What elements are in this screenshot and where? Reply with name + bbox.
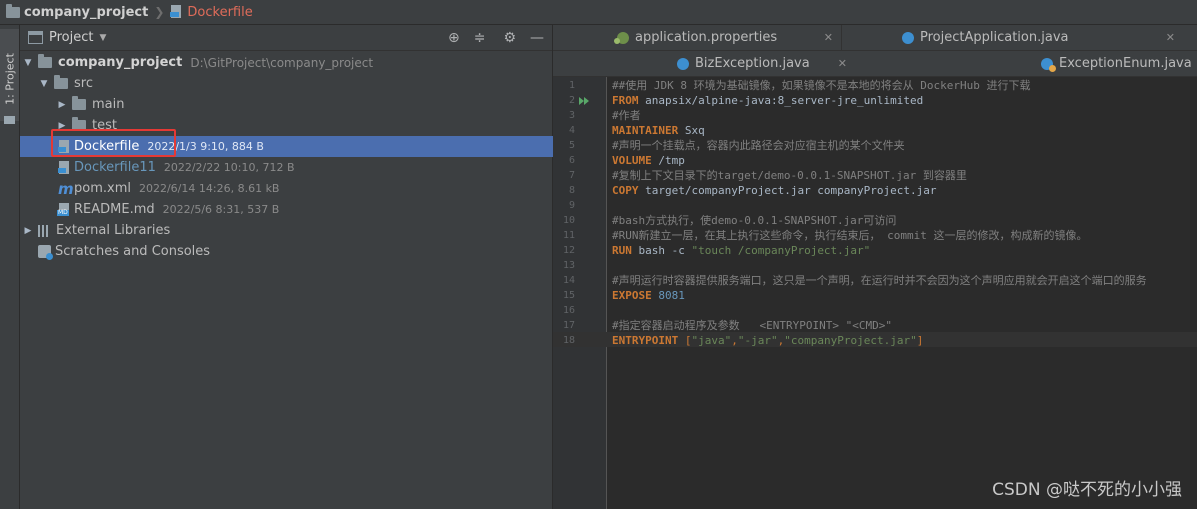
dockerfile-icon xyxy=(58,139,70,154)
collapsed-arrow-icon[interactable]: ▶ xyxy=(56,121,68,131)
expanded-arrow-icon[interactable]: ▼ xyxy=(22,58,34,68)
code-area[interactable]: ##使用 JDK 8 环境为基础镜像，如果镜像不是本地的将会从 DockerHu… xyxy=(607,77,1197,509)
breadcrumb-project[interactable]: company_project xyxy=(0,3,148,20)
project-panel: Project ▼ ⊕ ≑ ⚙ — ▼ company_project D:\G… xyxy=(20,25,590,509)
editor-tabs-row-2: BizException.java ✕ ExceptionEnum.java xyxy=(553,51,1197,77)
project-panel-header: Project ▼ ⊕ ≑ ⚙ — xyxy=(20,25,552,51)
breadcrumb-file[interactable]: Dockerfile xyxy=(170,5,253,20)
maven-icon: m xyxy=(58,179,74,198)
tree-root[interactable]: ▼ company_project D:\GitProject\company_… xyxy=(20,52,554,73)
project-tool-tab[interactable]: 1: Project xyxy=(0,29,19,124)
close-icon[interactable]: ✕ xyxy=(824,31,833,44)
tree-src[interactable]: ▼ src xyxy=(20,73,570,94)
locate-icon[interactable]: ⊕ xyxy=(448,30,460,46)
class-icon xyxy=(902,31,914,44)
run-icon[interactable] xyxy=(584,97,589,105)
folder-icon xyxy=(72,117,86,131)
folder-icon xyxy=(72,96,86,110)
markdown-icon xyxy=(57,202,70,217)
expanded-arrow-icon[interactable]: ▼ xyxy=(38,79,50,89)
dockerfile-icon xyxy=(58,160,70,175)
collapsed-arrow-icon[interactable]: ▶ xyxy=(22,226,34,236)
editor: application.properties ✕ ProjectApplicat… xyxy=(553,25,1197,509)
enum-icon xyxy=(1041,57,1056,72)
folder-icon xyxy=(6,3,20,18)
properties-icon xyxy=(614,31,629,44)
close-icon[interactable]: ✕ xyxy=(1166,31,1175,44)
tool-window-strip: 1: Project xyxy=(0,25,20,509)
collapsed-arrow-icon[interactable]: ▶ xyxy=(56,100,68,110)
tab-biz-exception[interactable]: BizException.java ✕ xyxy=(677,51,847,76)
project-icon xyxy=(4,116,15,124)
folder-icon xyxy=(54,75,68,89)
tab-application-properties[interactable]: application.properties ✕ xyxy=(614,25,833,50)
tree-file-dockerfile[interactable]: Dockerfile 2022/1/3 9:10, 884 B xyxy=(20,136,590,157)
tree-scratches[interactable]: Scratches and Consoles xyxy=(20,241,570,262)
class-icon xyxy=(677,57,689,70)
project-view-selector[interactable]: Project xyxy=(49,30,93,45)
collapse-icon[interactable]: ≑ xyxy=(474,30,486,46)
minimize-icon[interactable]: — xyxy=(530,30,544,46)
tree-file-dockerfile11[interactable]: Dockerfile11 2022/2/22 10:10, 712 B xyxy=(20,157,590,178)
project-view-icon xyxy=(28,31,43,44)
tree-test[interactable]: ▶ test xyxy=(20,115,588,136)
editor-tabs-row-1: application.properties ✕ ProjectApplicat… xyxy=(553,25,1197,51)
tab-project-application[interactable]: ProjectApplication.java ✕ xyxy=(841,25,1175,50)
tree-external-libraries[interactable]: ▶ External Libraries xyxy=(20,220,554,241)
tab-exception-enum[interactable]: ExceptionEnum.java xyxy=(1041,51,1197,76)
watermark: CSDN @哒不死的小小强 xyxy=(992,480,1182,500)
tree-main[interactable]: ▶ main xyxy=(20,94,588,115)
gear-icon[interactable]: ⚙ xyxy=(503,30,516,46)
library-icon xyxy=(38,224,52,237)
close-icon[interactable]: ✕ xyxy=(838,57,847,70)
breadcrumb: company_project ❯ Dockerfile xyxy=(0,0,1197,25)
chevron-right-icon: ❯ xyxy=(154,5,165,19)
scratches-icon xyxy=(38,245,53,260)
chevron-down-icon[interactable]: ▼ xyxy=(99,33,106,43)
dockerfile-icon xyxy=(170,5,183,19)
folder-icon xyxy=(38,54,52,68)
tree-file-pom[interactable]: m pom.xml 2022/6/14 14:26, 8.61 kB xyxy=(20,178,590,199)
tree-file-readme[interactable]: README.md 2022/5/6 8:31, 537 B xyxy=(20,199,590,220)
